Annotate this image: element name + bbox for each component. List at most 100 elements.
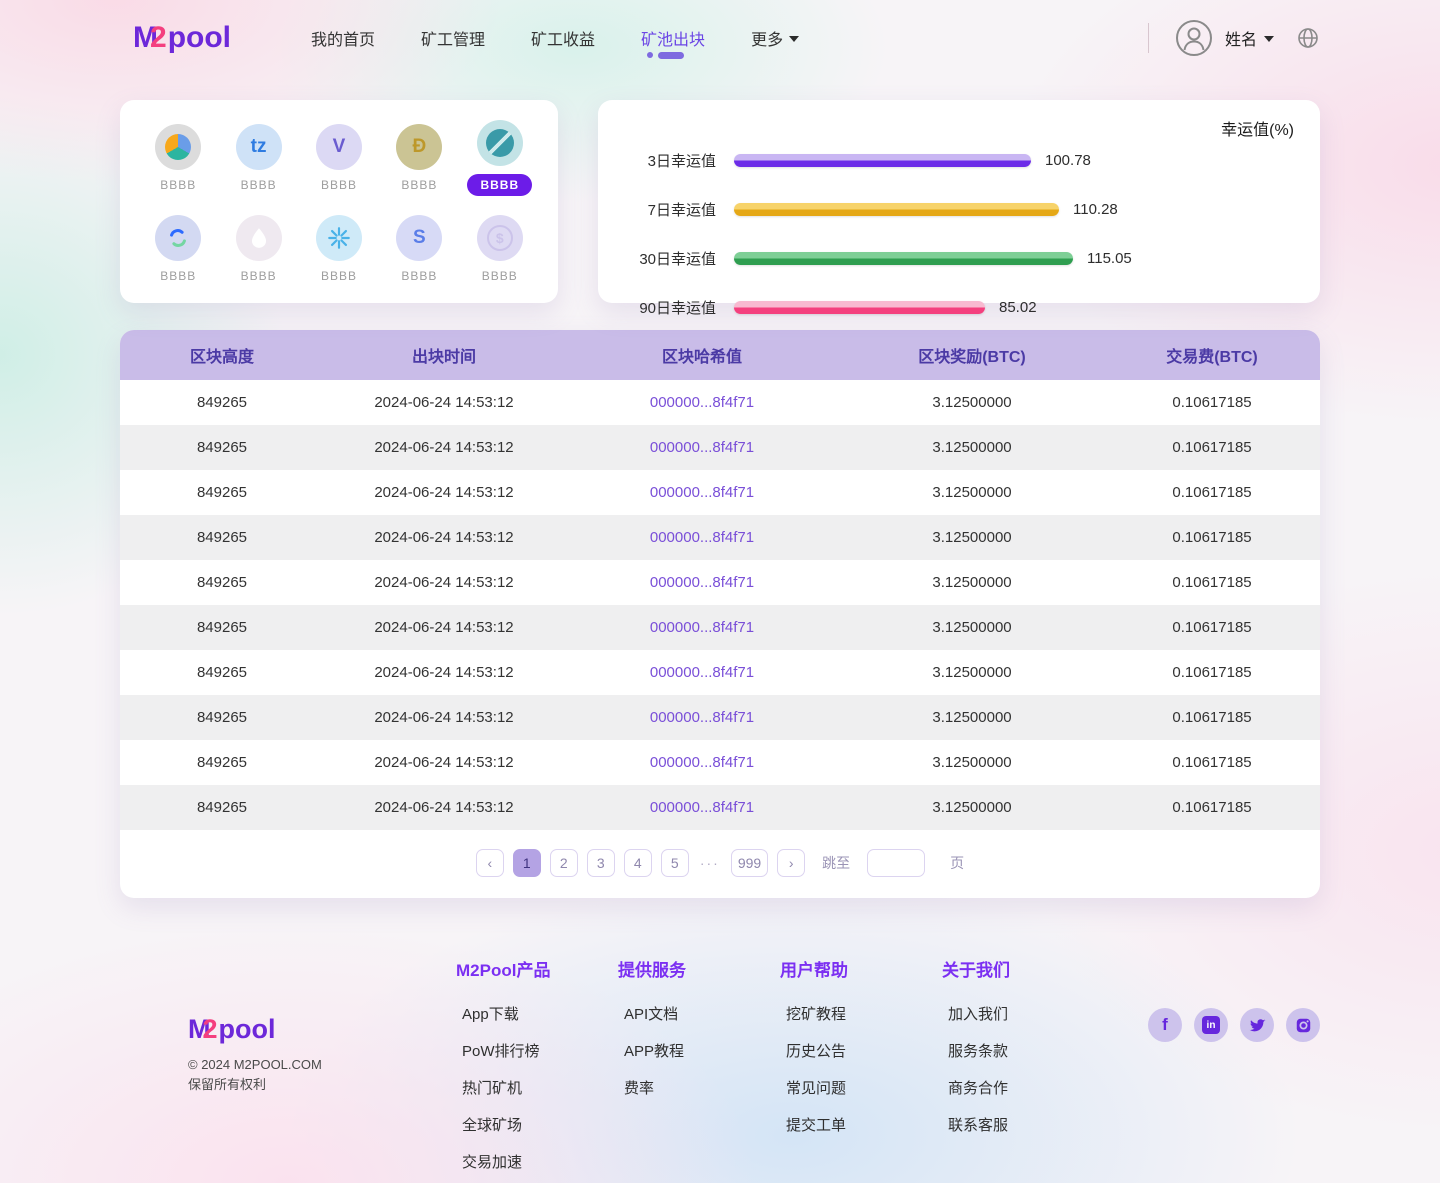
footer-link[interactable]: 商务合作	[942, 1069, 1046, 1106]
footer-link[interactable]: 服务条款	[942, 1032, 1046, 1069]
page-button-5[interactable]: 5	[661, 849, 689, 877]
footer-link[interactable]: API文档	[618, 995, 722, 1032]
facebook-icon[interactable]: f	[1148, 1008, 1182, 1042]
block-hash-link[interactable]: 000000...8f4f71	[650, 574, 754, 591]
block-hash-link[interactable]: 000000...8f4f71	[650, 484, 754, 501]
coin-item-bitshares[interactable]: BBBB	[299, 210, 379, 290]
footer-column-1: M2Pool产品App下载PoW排行榜热门矿机全球矿场交易加速	[456, 956, 560, 1180]
footer-link[interactable]: 常见问题	[780, 1069, 884, 1106]
blocks-table-card: 区块高度出块时间区块哈希值区块奖励(BTC)交易费(BTC) 849265202…	[120, 330, 1320, 898]
jump-page-input[interactable]	[867, 849, 925, 877]
coin-item-nem[interactable]: BBBB	[138, 114, 218, 202]
footer-link[interactable]: 热门矿机	[456, 1069, 560, 1106]
block-hash-link[interactable]: 000000...8f4f71	[650, 619, 754, 636]
header-divider	[1148, 23, 1149, 53]
page-button-4[interactable]: 4	[624, 849, 652, 877]
nav-active-indicator	[647, 52, 684, 59]
footer-column-2: 提供服务API文档APP教程费率	[618, 956, 722, 1180]
nav-item-2[interactable]: 矿工管理	[421, 20, 485, 56]
logo[interactable]: M2pool	[133, 21, 231, 55]
column-header: 区块高度	[120, 330, 324, 380]
dollar-glyph: $	[487, 225, 513, 251]
cell-block-hash: 000000...8f4f71	[564, 560, 840, 605]
chart-bar	[734, 252, 1073, 265]
column-header: 交易费(BTC)	[1104, 330, 1320, 380]
footer-link[interactable]: PoW排行榜	[456, 1032, 560, 1069]
user-avatar-icon[interactable]	[1175, 19, 1213, 57]
chart-title: 幸运值(%)	[624, 116, 1294, 140]
next-page-button[interactable]: ›	[777, 849, 805, 877]
block-hash-link[interactable]: 000000...8f4f71	[650, 664, 754, 681]
nav-item-4[interactable]: 矿池出块	[641, 20, 705, 56]
linkedin-icon[interactable]: in	[1194, 1008, 1228, 1042]
copyright-line: © 2024 M2POOL.COM	[188, 1055, 456, 1075]
page-button-2[interactable]: 2	[550, 849, 578, 877]
footer-link[interactable]: 联系客服	[942, 1106, 1046, 1143]
prev-page-button[interactable]: ‹	[476, 849, 504, 877]
user-menu[interactable]: 姓名	[1225, 26, 1274, 50]
block-hash-link[interactable]: 000000...8f4f71	[650, 709, 754, 726]
footer-link[interactable]: App下载	[456, 995, 560, 1032]
indicator-dot	[647, 52, 653, 58]
cell-block-reward: 3.12500000	[840, 470, 1104, 515]
decred-coin-icon	[155, 215, 201, 261]
chevron-down-icon	[789, 36, 799, 42]
footer-logo: M2pool	[188, 1014, 456, 1045]
table-header-row: 区块高度出块时间区块哈希值区块奖励(BTC)交易费(BTC)	[120, 330, 1320, 380]
footer-link[interactable]: 历史公告	[780, 1032, 884, 1069]
coin-item-tezos[interactable]: tzBBBB	[218, 114, 298, 202]
instagram-icon[interactable]	[1286, 1008, 1320, 1042]
footer-link[interactable]: 全球矿场	[456, 1106, 560, 1143]
footer-link[interactable]: 提交工单	[780, 1106, 884, 1143]
language-globe-icon[interactable]	[1296, 26, 1320, 50]
nav-item-label: 矿工管理	[421, 26, 485, 50]
block-hash-link[interactable]: 000000...8f4f71	[650, 799, 754, 816]
coin-item-dogecoin[interactable]: ĐBBBB	[379, 114, 459, 202]
footer-link[interactable]: APP教程	[618, 1032, 722, 1069]
cell-block-time: 2024-06-24 14:53:12	[324, 515, 564, 560]
coin-item-dollar[interactable]: $BBBB	[460, 210, 540, 290]
footer-link[interactable]: 费率	[618, 1069, 722, 1106]
block-hash-link[interactable]: 000000...8f4f71	[650, 754, 754, 771]
logo-2: 2	[150, 21, 166, 55]
coin-item-stratis[interactable]: SBBBB	[379, 210, 459, 290]
coin-label: BBBB	[160, 178, 196, 192]
header: M2pool 我的首页 矿工管理 矿工收益 矿池出块 更多 姓名	[0, 0, 1440, 75]
cell-tx-fee: 0.10617185	[1104, 695, 1320, 740]
main-nav: 我的首页 矿工管理 矿工收益 矿池出块 更多	[311, 20, 799, 56]
nav-item-1[interactable]: 我的首页	[311, 20, 375, 56]
page-button-3[interactable]: 3	[587, 849, 615, 877]
page-button-1[interactable]: 1	[513, 849, 541, 877]
cell-block-reward: 3.12500000	[840, 515, 1104, 560]
cell-block-hash: 000000...8f4f71	[564, 470, 840, 515]
block-hash-link[interactable]: 000000...8f4f71	[650, 529, 754, 546]
coin-item-droplet[interactable]: BBBB	[218, 210, 298, 290]
footer-logo-2: 2	[203, 1014, 217, 1045]
chart-bar-row-4: 90日幸运值85.02	[624, 297, 1294, 318]
chart-bar-value: 115.05	[1087, 250, 1132, 267]
cell-block-time: 2024-06-24 14:53:12	[324, 785, 564, 830]
nav-item-3[interactable]: 矿工收益	[531, 20, 595, 56]
pagination-ellipsis: ···	[698, 855, 722, 871]
table-row: 8492652024-06-24 14:53:12000000...8f4f71…	[120, 605, 1320, 650]
copyright: © 2024 M2POOL.COM 保留所有权利	[188, 1055, 456, 1094]
twitter-icon[interactable]	[1240, 1008, 1274, 1042]
chart-bar-row-3: 30日幸运值115.05	[624, 248, 1294, 269]
footer-link[interactable]: 加入我们	[942, 995, 1046, 1032]
footer-column-title: 用户帮助	[780, 956, 884, 981]
cell-block-reward: 3.12500000	[840, 380, 1104, 425]
header-right: 姓名	[1148, 19, 1320, 57]
coin-item-decred[interactable]: BBBB	[138, 210, 218, 290]
table-row: 8492652024-06-24 14:53:12000000...8f4f71…	[120, 425, 1320, 470]
block-hash-link[interactable]: 000000...8f4f71	[650, 394, 754, 411]
cell-block-hash: 000000...8f4f71	[564, 740, 840, 785]
cell-tx-fee: 0.10617185	[1104, 605, 1320, 650]
footer-link[interactable]: 挖矿教程	[780, 995, 884, 1032]
block-hash-link[interactable]: 000000...8f4f71	[650, 439, 754, 456]
footer-link[interactable]: 交易加速	[456, 1143, 560, 1180]
page-button-999[interactable]: 999	[731, 849, 768, 877]
coin-item-ontology[interactable]: BBBB	[460, 114, 540, 202]
chart-bar	[734, 301, 985, 314]
coin-item-vechain[interactable]: VBBBB	[299, 114, 379, 202]
nav-item-5[interactable]: 更多	[751, 20, 799, 56]
